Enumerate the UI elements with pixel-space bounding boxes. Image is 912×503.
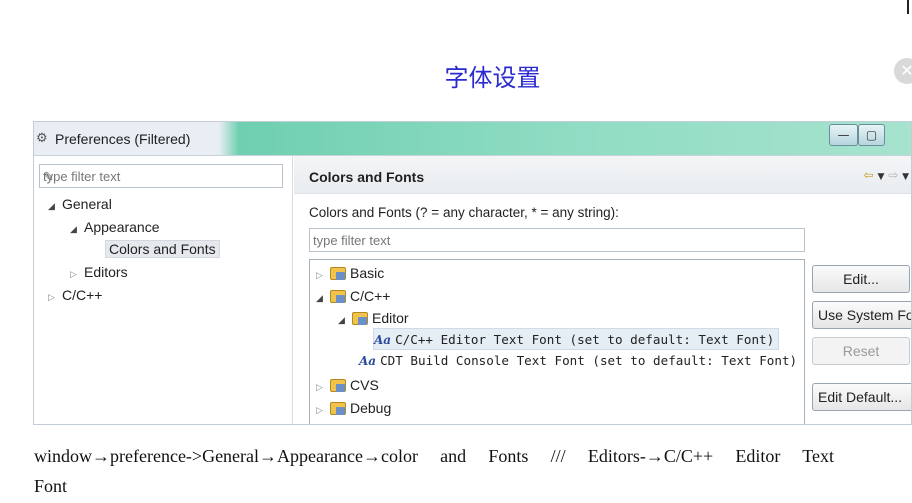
tree-item-cvs[interactable]: ▷ CVS bbox=[316, 374, 379, 396]
corner-mark bbox=[907, 0, 909, 14]
expand-triangle-icon[interactable]: ◢ bbox=[70, 219, 84, 239]
reset-button[interactable]: Reset bbox=[812, 337, 910, 365]
tree-item-label: Editors bbox=[84, 264, 128, 280]
tree-item-label: General bbox=[62, 196, 112, 212]
tree-item-label: Debug bbox=[350, 400, 392, 416]
tree-item-label: C/C++ bbox=[62, 287, 103, 303]
tree-item-label: Appearance bbox=[84, 219, 160, 235]
tree-item-general[interactable]: ◢ General bbox=[48, 194, 112, 214]
tree-item-basic[interactable]: ▷ Basic bbox=[316, 262, 384, 284]
tree-item-label: Editor bbox=[372, 310, 409, 326]
history-navigation: ⇦ ▼ ⇨ ▼ bbox=[864, 168, 909, 182]
colors-and-fonts-page: Colors and Fonts ⇦ ▼ ⇨ ▼ Colors and Font… bbox=[294, 156, 911, 424]
window-title: Preferences (Filtered) bbox=[55, 131, 191, 147]
colors-fonts-tree[interactable]: ▷ Basic ◢ C/C++ ◢ Editor Aa C/C++ Editor Tex… bbox=[309, 259, 805, 424]
tree-item-editor-text-font[interactable]: Aa C/C++ Editor Text Font (set to default… bbox=[373, 328, 780, 350]
preferences-window: ⚙ Preferences (Filtered) — ▢ type filter… bbox=[33, 121, 912, 425]
tree-item-cpp[interactable]: ◢ C/C++ bbox=[316, 285, 390, 307]
back-arrow-icon[interactable]: ⇦ bbox=[864, 168, 874, 182]
tree-item-appearance[interactable]: ◢ Appearance bbox=[70, 217, 160, 237]
tree-item-debug[interactable]: ▷ Debug bbox=[316, 397, 391, 419]
tree-item-editors[interactable]: ▷ Editors bbox=[70, 262, 128, 282]
preferences-tree-pane: type filter text ✎ ◢ General ◢ Appearance … bbox=[34, 156, 293, 424]
folder-icon bbox=[352, 312, 368, 325]
collapse-triangle-icon[interactable]: ▷ bbox=[316, 264, 330, 286]
tree-item-label: C/C++ bbox=[350, 288, 391, 304]
collapse-triangle-icon[interactable]: ▷ bbox=[48, 287, 62, 307]
left-filter-input[interactable]: type filter text ✎ bbox=[39, 164, 283, 188]
window-titlebar[interactable]: ⚙ Preferences (Filtered) — ▢ bbox=[34, 122, 911, 156]
tree-item-cpp[interactable]: ▷ C/C++ bbox=[48, 285, 102, 305]
forward-arrow-icon[interactable]: ⇨ bbox=[888, 168, 898, 182]
tree-item-editor[interactable]: ◢ Editor bbox=[338, 307, 409, 329]
font-icon: Aa bbox=[359, 354, 377, 368]
use-system-font-button[interactable]: Use System Font bbox=[812, 301, 911, 329]
eraser-icon[interactable]: ✎ bbox=[43, 169, 278, 185]
tree-item-colors-and-fonts[interactable]: Colors and Fonts bbox=[105, 239, 220, 259]
tree-item-label: C/C++ Editor Text Font (set to default: … bbox=[395, 332, 775, 347]
folder-icon bbox=[330, 267, 346, 280]
tree-item-label: Basic bbox=[350, 265, 385, 281]
caption-line-1: window→preference->General→Appearance→co… bbox=[34, 446, 834, 466]
collapse-triangle-icon[interactable]: ▷ bbox=[70, 264, 84, 284]
expand-triangle-icon[interactable]: ◢ bbox=[316, 287, 330, 309]
page-title: 字体设置 bbox=[444, 64, 541, 92]
tree-item-label: CDT Build Console Text Font (set to defa… bbox=[380, 353, 798, 368]
folder-icon bbox=[330, 379, 346, 392]
collapse-triangle-icon[interactable]: ▷ bbox=[316, 399, 330, 421]
edit-button[interactable]: Edit... bbox=[812, 265, 910, 293]
font-icon: Aa bbox=[374, 333, 392, 347]
preferences-icon: ⚙ bbox=[36, 131, 48, 146]
caption-line-2: Font bbox=[34, 476, 68, 496]
maximize-button[interactable]: ▢ bbox=[858, 124, 885, 146]
tree-item-label: CVS bbox=[350, 377, 379, 393]
folder-icon bbox=[330, 402, 346, 415]
tree-item-label: Colors and Fonts bbox=[105, 240, 220, 258]
expand-triangle-icon[interactable]: ◢ bbox=[48, 196, 62, 216]
collapse-triangle-icon[interactable]: ▷ bbox=[316, 376, 330, 398]
forward-dropdown-icon[interactable]: ▼ bbox=[902, 172, 909, 182]
back-dropdown-icon[interactable]: ▼ bbox=[877, 172, 884, 182]
fonts-filter-placeholder: type filter text bbox=[313, 233, 391, 248]
fonts-filter-input[interactable]: type filter text bbox=[309, 228, 805, 252]
edit-default-button[interactable]: Edit Default... bbox=[812, 383, 911, 411]
minimize-button[interactable]: — bbox=[829, 124, 858, 146]
filter-description: Colors and Fonts (? = any character, * =… bbox=[309, 205, 619, 220]
section-title: Colors and Fonts bbox=[309, 169, 425, 185]
folder-icon bbox=[330, 290, 346, 303]
expand-triangle-icon[interactable]: ◢ bbox=[338, 309, 352, 331]
tree-item-cdt-console-font[interactable]: Aa CDT Build Console Text Font (set to de… bbox=[359, 350, 797, 372]
page-header: Colors and Fonts ⇦ ▼ ⇨ ▼ bbox=[294, 156, 911, 194]
